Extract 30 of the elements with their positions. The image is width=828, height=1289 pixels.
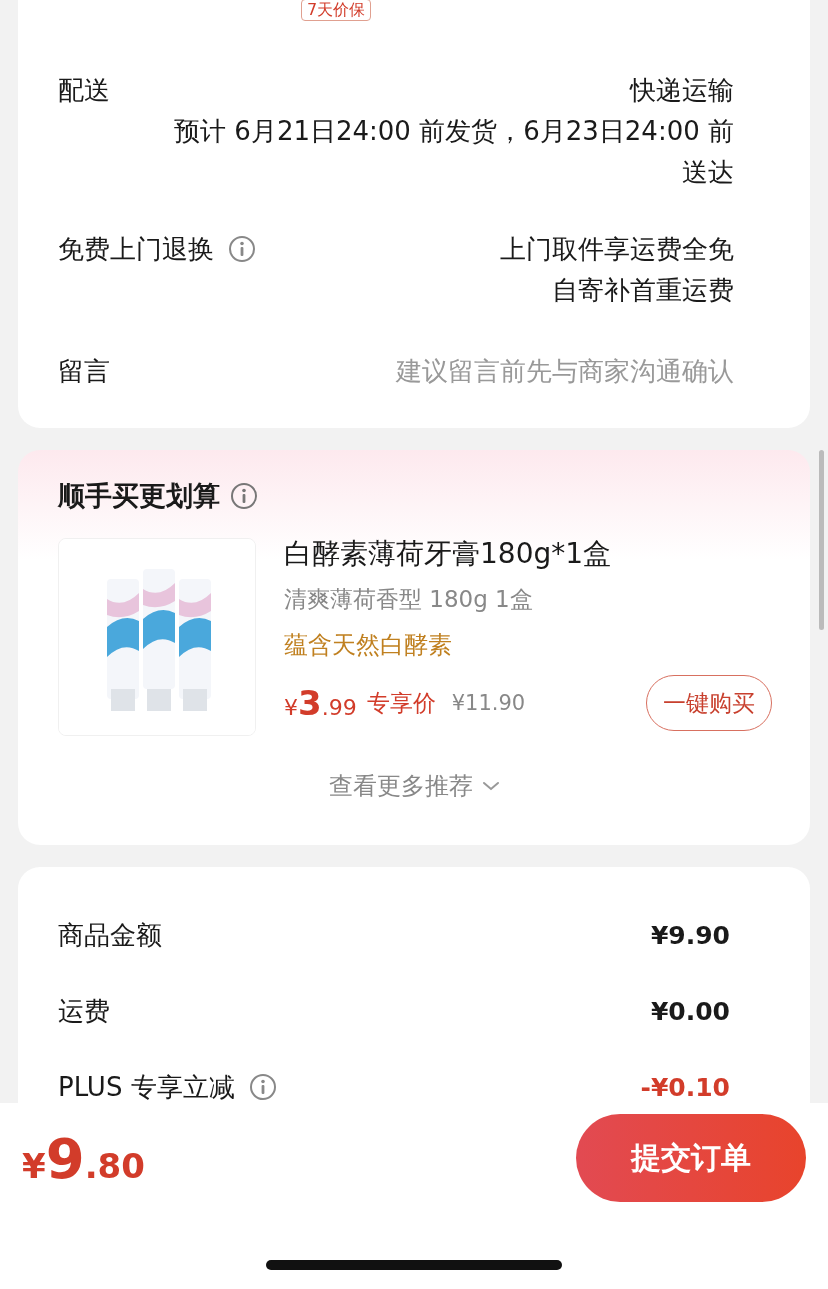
row-label: 配送 — [58, 74, 110, 107]
summary-label: PLUS 专享立减 — [58, 1071, 235, 1104]
row-label: 留言 — [58, 355, 110, 388]
original-price: ¥11.90 — [451, 691, 526, 715]
return-info-text: 自寄补首重运费 — [552, 274, 734, 307]
total-price: ¥9.80 — [22, 1125, 145, 1191]
product-spec: 清爽薄荷香型 180g 1盒 — [284, 585, 534, 614]
more-link[interactable]: 查看更多推荐 — [58, 770, 772, 802]
summary-label: 商品金额 — [58, 919, 162, 952]
submit-button[interactable]: 提交订单 — [576, 1114, 806, 1202]
row-label: 免费上门退换 — [58, 233, 214, 266]
info-icon[interactable] — [248, 1073, 277, 1101]
return-info-text: 上门取件享运费全免 — [500, 233, 734, 266]
summary-value: ¥9.90 — [650, 920, 730, 950]
price-label: 专享价 — [366, 688, 436, 718]
message-field[interactable]: 建议留言前先与商家沟通确认 — [314, 356, 734, 386]
info-icon[interactable] — [230, 482, 258, 510]
delivery-method: 快递运输 — [630, 74, 734, 107]
summary-value: -¥0.10 — [640, 1072, 730, 1102]
summary-value: ¥0.00 — [650, 996, 730, 1026]
product-name[interactable]: 白酵素薄荷牙膏180g*1盒 — [284, 536, 772, 572]
delivery-estimate: 预计 6月21日24:00 前发货，6月23日24:00 前送达 — [173, 115, 734, 189]
summary-label: 运费 — [58, 995, 110, 1028]
product-tag: 蕴含天然白酵素 — [284, 629, 772, 661]
section-title: 顺手买更划算 — [58, 479, 220, 513]
buy-button[interactable]: 一键购买 — [646, 675, 772, 731]
info-icon[interactable] — [228, 235, 256, 263]
product-price: ¥3.99 — [284, 683, 357, 723]
price-protect-badge: 7天价保 — [301, 0, 372, 21]
chevron-down-icon — [481, 780, 501, 792]
